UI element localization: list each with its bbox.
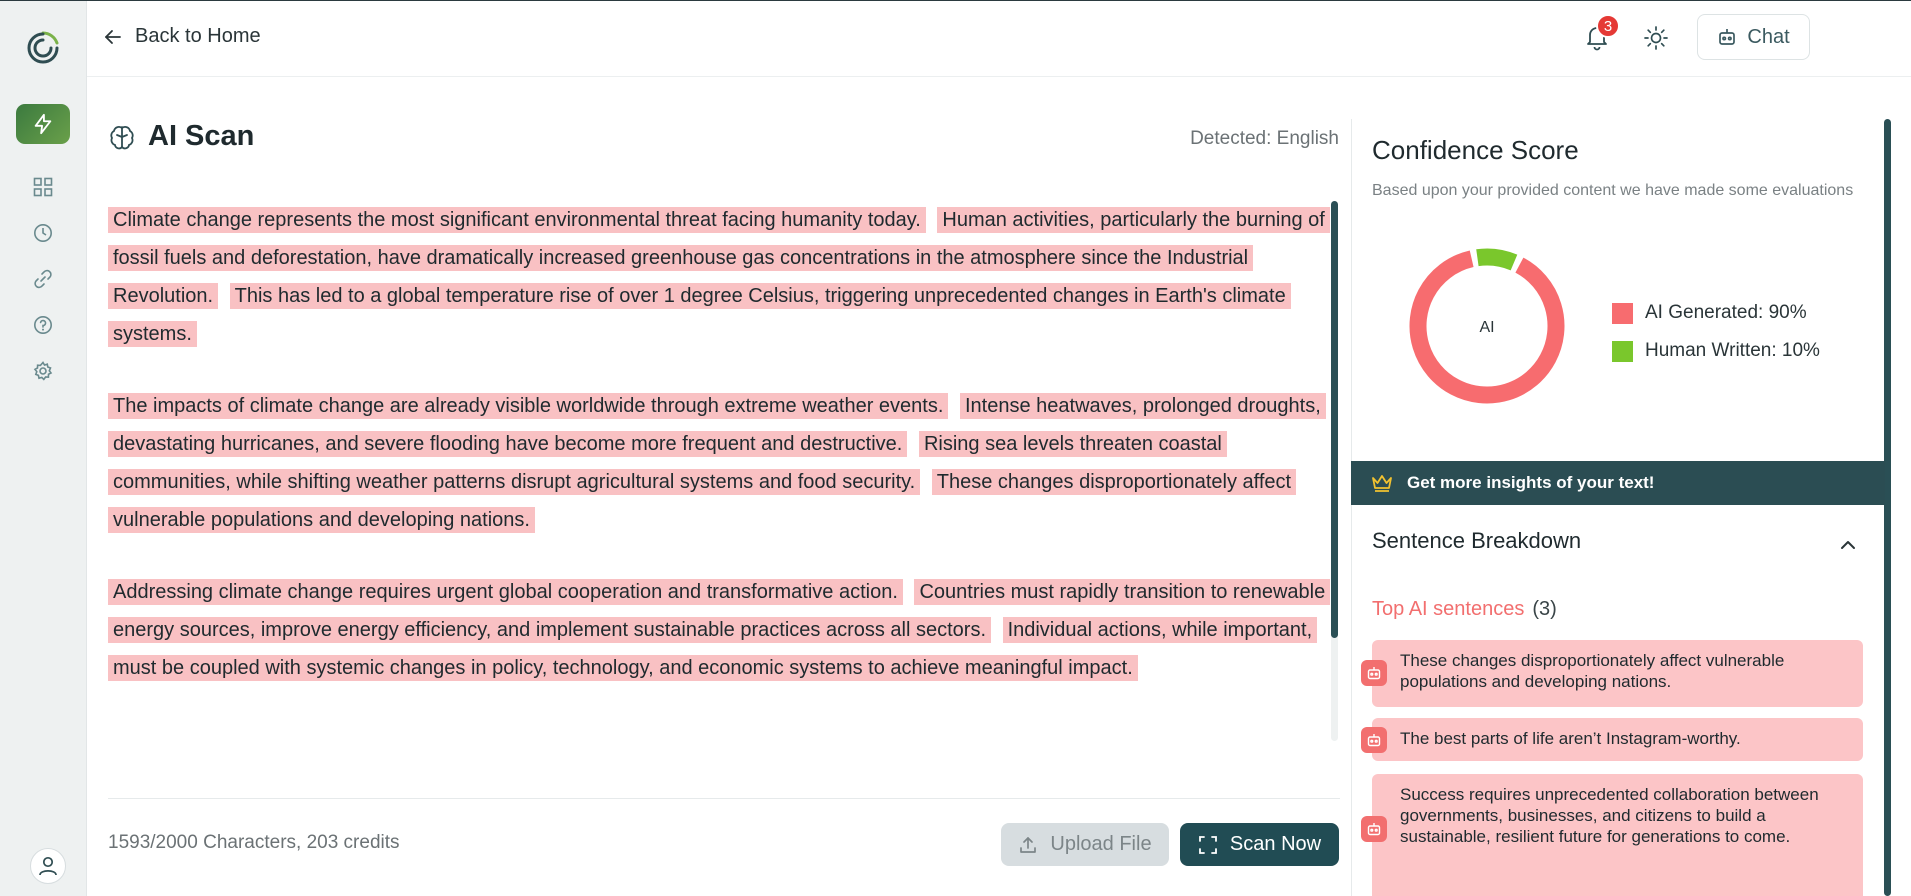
top-ai-label: Top AI sentences — [1372, 598, 1525, 620]
scan-label: Scan Now — [1229, 833, 1322, 855]
sidebar — [0, 1, 87, 896]
top-ai-count: (3) — [1532, 598, 1557, 620]
sidebar-item-scan[interactable] — [16, 104, 70, 144]
lightning-icon — [34, 113, 52, 135]
collapse-button[interactable] — [1836, 533, 1860, 557]
results-scrollbar[interactable] — [1884, 119, 1891, 896]
back-label: Back to Home — [135, 25, 261, 47]
ai-sentence-item[interactable]: These changes disproportionately affect … — [1372, 640, 1863, 707]
confidence-donut: AI — [1409, 248, 1565, 404]
user-icon — [39, 856, 57, 876]
ai-sentence-item[interactable]: The best parts of life aren’t Instagram-… — [1372, 718, 1863, 761]
user-avatar[interactable] — [30, 848, 66, 884]
upload-file-button[interactable]: Upload File — [1001, 823, 1169, 866]
theme-toggle-button[interactable] — [1643, 25, 1669, 51]
grid-icon — [33, 177, 53, 197]
gear-icon — [33, 361, 53, 381]
sidebar-item-settings[interactable] — [32, 360, 54, 382]
highlighted-sentence[interactable]: Addressing climate change requires urgen… — [108, 579, 903, 605]
sentence-breakdown-title: Sentence Breakdown — [1372, 528, 1582, 553]
link-icon — [34, 269, 52, 289]
crown-icon — [1372, 475, 1392, 492]
insights-label: Get more insights of your text! — [1407, 473, 1655, 492]
scan-now-button[interactable]: Scan Now — [1180, 823, 1339, 866]
ai-sentence-text: The best parts of life aren’t Instagram-… — [1400, 729, 1741, 748]
robot-icon — [1719, 29, 1736, 45]
legend-human: Human Written: 10% — [1612, 332, 1820, 370]
chevron-up-icon — [1841, 541, 1855, 549]
ai-sentence-text: These changes disproportionately affect … — [1400, 651, 1785, 691]
robot-icon — [1361, 660, 1387, 686]
insights-banner[interactable]: Get more insights of your text! — [1351, 461, 1885, 505]
notification-badge: 3 — [1596, 14, 1620, 38]
page-title: AI Scan — [108, 120, 254, 153]
clock-icon — [34, 224, 52, 242]
legend-ai-label: AI Generated: 90% — [1645, 302, 1807, 323]
paragraph: The impacts of climate change are alread… — [108, 387, 1333, 539]
legend-human-label: Human Written: 10% — [1645, 340, 1820, 361]
top-header: Back to Home — [87, 1, 1911, 77]
sun-icon — [1644, 26, 1668, 50]
sidebar-item-history[interactable] — [32, 222, 54, 244]
upload-label: Upload File — [1050, 833, 1152, 855]
ai-sentence-text: Success requires unprecedented collabora… — [1400, 785, 1819, 846]
editor-scrollbar[interactable] — [1331, 201, 1338, 638]
sidebar-item-help[interactable] — [32, 314, 54, 336]
divider — [108, 798, 1340, 799]
scan-icon — [1199, 835, 1217, 854]
back-to-home-link[interactable]: Back to Home — [103, 25, 261, 48]
ai-sentence-item[interactable]: Success requires unprecedented collabora… — [1372, 774, 1863, 896]
paragraph: Climate change represents the most signi… — [108, 201, 1333, 353]
top-ai-heading: Top AI sentences (3) — [1372, 598, 1557, 621]
legend-ai: AI Generated: 90% — [1612, 294, 1820, 332]
text-editor[interactable]: Climate change represents the most signi… — [108, 201, 1333, 741]
brain-icon — [110, 125, 134, 149]
help-icon — [34, 316, 52, 334]
robot-icon — [1361, 816, 1387, 842]
sidebar-item-dashboard[interactable] — [32, 176, 54, 198]
confidence-legend: AI Generated: 90% Human Written: 10% — [1612, 294, 1820, 370]
character-counter: 1593/2000 Characters, 203 credits — [108, 832, 400, 853]
confidence-title: Confidence Score — [1372, 135, 1579, 165]
highlighted-sentence[interactable]: This has led to a global temperature ris… — [108, 283, 1291, 347]
highlighted-sentence[interactable]: The impacts of climate change are alread… — [108, 393, 949, 419]
arrow-left-icon — [105, 29, 121, 44]
confidence-subtitle: Based upon your provided content we have… — [1372, 182, 1854, 199]
donut-center-label: AI — [1479, 319, 1494, 336]
app-logo-icon[interactable] — [24, 29, 62, 67]
upload-icon — [1020, 836, 1037, 853]
sidebar-item-links[interactable] — [32, 268, 54, 290]
robot-icon — [1361, 727, 1387, 753]
legend-swatch-ai — [1612, 302, 1633, 324]
paragraph: Addressing climate change requires urgen… — [108, 573, 1333, 687]
detected-language: Detected: English — [1190, 128, 1339, 149]
chat-button[interactable]: Chat — [1697, 14, 1810, 60]
highlighted-sentence[interactable]: Climate change represents the most signi… — [108, 207, 926, 233]
legend-swatch-human — [1612, 340, 1633, 362]
page-title-text: AI Scan — [148, 120, 255, 152]
chat-label: Chat — [1747, 25, 1790, 48]
